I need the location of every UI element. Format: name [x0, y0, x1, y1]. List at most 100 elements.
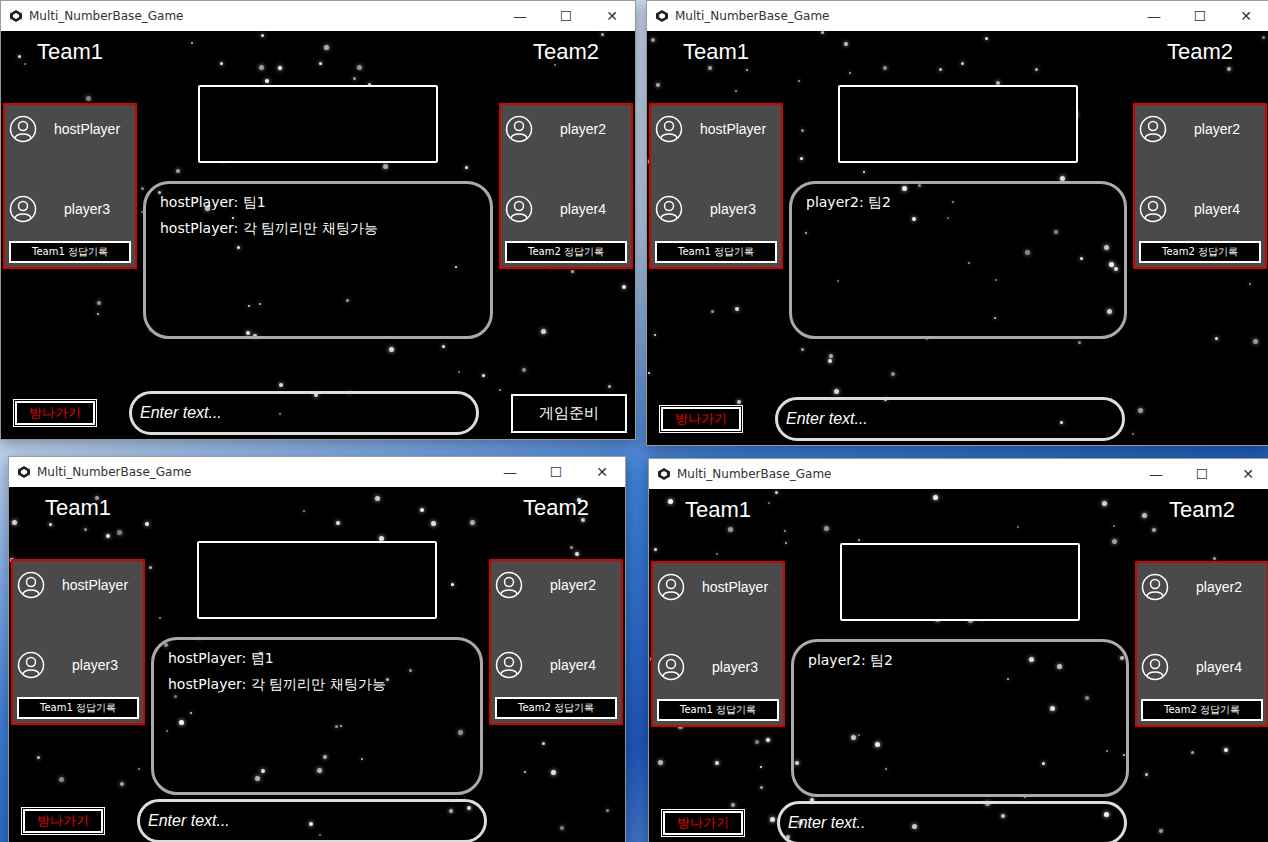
- person-icon: [1141, 573, 1169, 601]
- star: [1215, 337, 1218, 340]
- team2-label: Team2: [1169, 497, 1235, 523]
- record-button[interactable]: Team2 정답기록: [495, 697, 617, 719]
- team1-panel: hostPlayerplayer3Team1 정답기록: [649, 103, 783, 269]
- star: [760, 786, 763, 789]
- star: [1123, 754, 1125, 756]
- center-column: player2: 팀2: [789, 85, 1127, 339]
- window-title: Multi_NumberBase_Game: [675, 9, 1131, 23]
- star: [220, 62, 223, 65]
- star: [798, 80, 800, 82]
- window-control[interactable]: —: [1131, 8, 1177, 24]
- star: [731, 803, 735, 807]
- leave-room-button[interactable]: 방나가기: [661, 407, 741, 431]
- bottom-bar: 방나가기 게임준비: [3, 391, 633, 435]
- team1-panel: hostPlayerplayer3Team1 정답기록: [11, 559, 145, 725]
- window-control[interactable]: —: [1133, 466, 1179, 482]
- game-window: Multi_NumberBase_Game—☐✕Team1Team2hostPl…: [646, 0, 1268, 446]
- record-button[interactable]: Team1 정답기록: [17, 697, 139, 719]
- star: [656, 83, 660, 87]
- chat-input[interactable]: [137, 799, 487, 842]
- window-control[interactable]: ✕: [589, 8, 635, 24]
- person-icon: [9, 115, 37, 143]
- main-area: hostPlayerplayer3Team1 정답기록 hostPlayer: 팀…: [11, 541, 623, 795]
- star: [1007, 678, 1009, 680]
- star: [795, 761, 799, 765]
- game-screen: Team1Team2hostPlayerplayer3Team1 정답기록pla…: [647, 31, 1268, 445]
- star: [961, 62, 964, 65]
- team1-label: Team1: [45, 495, 111, 521]
- team1-label: Team1: [683, 39, 749, 65]
- person-icon: [505, 115, 533, 143]
- leave-room-button[interactable]: 방나가기: [15, 401, 95, 425]
- record-button[interactable]: Team2 정답기록: [505, 241, 627, 263]
- person-icon: [1139, 195, 1167, 223]
- star: [383, 164, 388, 169]
- chat-input[interactable]: [775, 397, 1125, 441]
- star: [766, 738, 770, 742]
- person-icon: [1139, 115, 1167, 143]
- star: [560, 826, 564, 830]
- chat-message: hostPlayer: 팀1: [168, 650, 466, 668]
- window-control[interactable]: ✕: [579, 464, 625, 480]
- star: [323, 755, 327, 759]
- star: [1106, 750, 1108, 752]
- window-control[interactable]: —: [497, 8, 543, 24]
- star: [84, 528, 87, 531]
- game-screen: Team1Team2hostPlayerplayer3Team1 정답기록hos…: [9, 487, 625, 842]
- person-icon: [17, 571, 45, 599]
- star: [760, 766, 762, 768]
- record-button[interactable]: Team2 정답기록: [1141, 699, 1263, 721]
- ready-button[interactable]: 게임준비: [511, 394, 627, 433]
- star: [995, 279, 997, 281]
- window-control[interactable]: ☐: [1177, 8, 1223, 24]
- star: [1142, 513, 1147, 518]
- record-button[interactable]: Team1 정답기록: [655, 241, 777, 263]
- main-area: hostPlayerplayer3Team1 정답기록player2: 팀2pl…: [651, 543, 1268, 797]
- player-row: player2: [505, 109, 627, 149]
- leave-room-button[interactable]: 방나가기: [23, 809, 103, 833]
- star: [59, 777, 64, 782]
- star: [985, 37, 988, 40]
- star: [651, 38, 655, 42]
- star: [551, 770, 556, 775]
- player-row: player2: [1139, 109, 1261, 149]
- record-button[interactable]: Team1 정답기록: [657, 699, 779, 721]
- star: [458, 730, 463, 735]
- window-control[interactable]: ✕: [1225, 466, 1268, 482]
- window-control[interactable]: ☐: [543, 8, 589, 24]
- player-name: player3: [689, 201, 777, 217]
- star: [821, 31, 824, 34]
- bottom-bar: 방나가기: [649, 397, 1267, 441]
- star: [1120, 656, 1124, 660]
- window-control[interactable]: ☐: [533, 464, 579, 480]
- team2-panel: player2player4Team2 정답기록: [1133, 103, 1267, 269]
- star: [232, 217, 234, 219]
- person-icon: [655, 115, 683, 143]
- star: [1213, 557, 1216, 560]
- chat-input[interactable]: [777, 801, 1127, 842]
- person-icon: [9, 195, 37, 223]
- player-name: player2: [529, 577, 617, 593]
- record-button[interactable]: Team2 정답기록: [1139, 241, 1261, 263]
- star: [158, 191, 161, 194]
- star: [885, 768, 887, 770]
- star: [117, 530, 122, 535]
- chat-input[interactable]: [129, 391, 479, 435]
- star: [1145, 773, 1148, 776]
- star: [801, 129, 804, 132]
- window-control[interactable]: ☐: [1179, 466, 1225, 482]
- title-bar: Multi_NumberBase_Game—☐✕: [649, 459, 1268, 489]
- bottom-bar: 방나가기: [651, 801, 1268, 842]
- star: [939, 68, 942, 71]
- star: [106, 534, 110, 538]
- star: [191, 42, 193, 44]
- window-control[interactable]: —: [487, 464, 533, 480]
- star: [1102, 501, 1107, 506]
- leave-room-button[interactable]: 방나가기: [663, 811, 743, 835]
- record-button[interactable]: Team1 정답기록: [9, 241, 131, 263]
- star: [863, 171, 865, 173]
- window-control[interactable]: ✕: [1223, 8, 1268, 24]
- star: [883, 66, 887, 70]
- star: [86, 96, 91, 101]
- star: [24, 63, 26, 65]
